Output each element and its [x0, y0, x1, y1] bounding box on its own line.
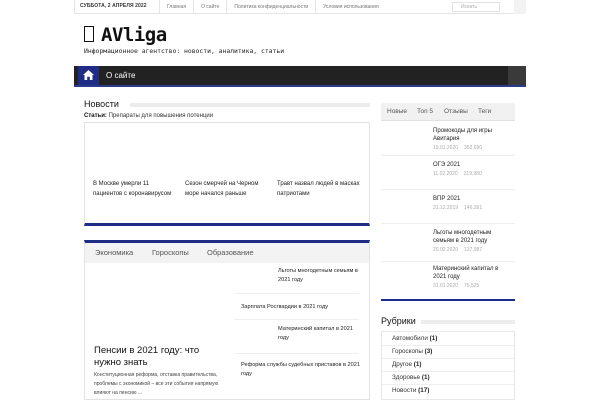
divider — [235, 293, 359, 294]
rubric-count: (1) — [429, 335, 438, 342]
featured-article-title[interactable]: Пенсии в 2021 году: что нужно знать — [94, 345, 224, 369]
news-card[interactable]: Сезон смерчей на Черном море начался ран… — [185, 179, 269, 199]
tab-economy[interactable]: Экономика — [95, 248, 133, 257]
sidebar-post[interactable]: Промокоды для игры Авитария 19.01.2020 35… — [433, 127, 513, 151]
divider — [235, 353, 359, 354]
sidebar-posts: Промокоды для игры Авитария 19.01.2020 35… — [381, 121, 515, 301]
ticker-link[interactable]: Препараты для повышения потенции — [109, 113, 214, 119]
rubric-item[interactable]: Здоровье (1) — [392, 374, 430, 381]
main-nav: О сайте — [74, 66, 526, 87]
news-title-text: Новости — [84, 99, 119, 109]
nav-toggle[interactable] — [508, 66, 526, 85]
post-date: 31.12.2019 — [433, 205, 459, 211]
category-tabs-box: Экономика Гороскопы Образование Пенсии в… — [84, 240, 370, 400]
title-divider — [130, 103, 370, 107]
post-meta: 11.02.2020 219,980 — [433, 171, 513, 177]
top-nav: Главная О сайте Политика конфиденциально… — [159, 0, 386, 14]
rubric-item[interactable]: Автомобили (1) — [392, 335, 437, 342]
post-title[interactable]: ВПР 2021 — [433, 195, 513, 203]
rubric-item[interactable]: Новости (17) — [392, 387, 429, 394]
news-card[interactable]: Травт назвал людей в масках патриотами — [277, 179, 361, 199]
rubric-name[interactable]: Гороскопы — [392, 348, 423, 355]
rubric-item[interactable]: Гороскопы (3) — [392, 348, 432, 355]
post-views: 137,987 — [464, 247, 483, 253]
post-title[interactable]: ОГЭ 2021 — [433, 161, 513, 169]
tab-new[interactable]: Новые — [387, 108, 407, 115]
home-icon — [83, 70, 94, 80]
nav-item-about[interactable]: О сайте — [106, 66, 135, 85]
top-link-privacy[interactable]: Политика конфиденциальности — [226, 0, 315, 14]
divider — [382, 384, 514, 385]
sidebar-post[interactable]: ВПР 2021 31.12.2019 146,391 — [433, 195, 513, 211]
divider — [381, 155, 515, 156]
news-ticker: Статьи: Препараты для повышения потенции — [84, 113, 213, 119]
tab-reviews[interactable]: Отзывы — [444, 108, 468, 115]
rubrics-title: Рубрики — [381, 316, 515, 326]
top-link-home[interactable]: Главная — [159, 0, 193, 14]
title-divider — [421, 320, 515, 324]
post-meta: 20.02.2020 137,987 — [433, 247, 513, 253]
category-tabs: Экономика Гороскопы Образование — [85, 243, 369, 263]
post-title[interactable]: Материнский капитал в 2021 году — [433, 265, 513, 281]
sidebar-post[interactable]: Льготы многодетным семьям в 2021 году 20… — [433, 229, 513, 253]
home-button[interactable] — [78, 66, 99, 85]
rubric-count: (17) — [418, 387, 430, 394]
list-item[interactable]: Зарплата Росгвардии в 2021 году — [241, 303, 361, 312]
list-item[interactable]: Льготы многодетным семьям в 2021 году — [278, 267, 358, 285]
tab-tags[interactable]: Теги — [478, 108, 491, 115]
featured-article-excerpt: Конституционная реформа, отставка правит… — [94, 372, 219, 396]
logo-text: AVliga — [101, 24, 167, 46]
post-date: 20.02.2020 — [433, 247, 459, 253]
search-button[interactable] — [514, 0, 526, 14]
divider — [381, 223, 515, 224]
divider — [235, 319, 359, 320]
list-item[interactable]: Материнский капитал в 2021 году — [278, 325, 358, 343]
divider — [381, 261, 515, 262]
post-date: 19.01.2020 — [433, 145, 459, 151]
sidebar-post[interactable]: ОГЭ 2021 11.02.2020 219,980 — [433, 161, 513, 177]
rubric-count: (1) — [413, 361, 422, 368]
rubric-name[interactable]: Автомобили — [392, 335, 428, 342]
news-carousel: В Москве умерли 11 пациентов с коронавир… — [84, 122, 370, 226]
site-logo[interactable]: AVliga — [84, 24, 167, 46]
post-date: 11.02.2020 — [433, 171, 458, 177]
list-item[interactable]: Реформа службы судебных приставов в 2021… — [241, 361, 361, 379]
post-views: 146,391 — [464, 205, 483, 211]
rubric-item[interactable]: Другое (1) — [392, 361, 421, 368]
top-link-about[interactable]: О сайте — [193, 0, 226, 14]
search-input[interactable]: Искать — [452, 2, 500, 12]
tab-horoscopes[interactable]: Гороскопы — [152, 248, 189, 257]
rubric-name[interactable]: Здоровье — [392, 374, 420, 381]
post-date: 31.01.2020 — [433, 283, 459, 289]
post-title[interactable]: Промокоды для игры Авитария — [433, 127, 513, 143]
tab-top5[interactable]: Топ 5 — [417, 108, 433, 115]
logo-icon — [84, 26, 94, 42]
rubrics-list: Автомобили (1) Гороскопы (3) Другое (1) … — [381, 331, 515, 400]
rubric-count: (3) — [424, 348, 433, 355]
post-views: 352,690 — [464, 145, 483, 151]
top-link-terms[interactable]: Условия использования — [315, 0, 386, 14]
post-meta: 31.01.2020 75,525 — [433, 283, 513, 289]
post-views: 75,525 — [464, 283, 480, 289]
tab-education[interactable]: Образование — [207, 248, 254, 257]
post-views: 219,980 — [463, 171, 482, 177]
news-card[interactable]: В Москве умерли 11 пациентов с коронавир… — [93, 179, 177, 199]
post-title[interactable]: Льготы многодетным семьям в 2021 году — [433, 229, 513, 245]
post-meta: 19.01.2020 352,690 — [433, 145, 513, 151]
current-date: суббота, 2 апреля 2022 — [80, 3, 147, 9]
rubric-name[interactable]: Новости — [392, 387, 416, 394]
rubric-name[interactable]: Другое — [392, 361, 412, 368]
sidebar-post[interactable]: Материнский капитал в 2021 году 31.01.20… — [433, 265, 513, 289]
ticker-label: Статьи: — [84, 113, 107, 119]
divider — [382, 345, 514, 346]
rubric-count: (1) — [421, 374, 430, 381]
post-meta: 31.12.2019 146,391 — [433, 205, 513, 211]
site-tagline: Информационное агентство: новости, анали… — [84, 47, 285, 55]
divider — [382, 358, 514, 359]
news-section-title: Новости — [84, 99, 370, 109]
sidebar-tabs: Новые Топ 5 Отзывы Теги — [381, 103, 515, 121]
rubrics-title-text: Рубрики — [381, 316, 416, 326]
divider — [381, 189, 515, 190]
divider — [382, 371, 514, 372]
